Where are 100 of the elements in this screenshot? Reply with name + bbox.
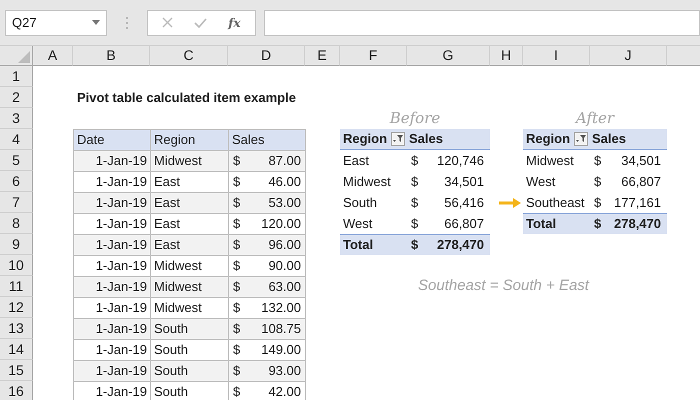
region-value: Midwest	[342, 172, 392, 191]
currency-symbol: $	[233, 383, 240, 400]
date-value: 1-Jan-19	[73, 360, 151, 382]
region-value: West	[342, 214, 374, 233]
column-header[interactable]: G	[407, 46, 490, 66]
currency-symbol: $	[594, 215, 602, 234]
date-value: 1-Jan-19	[73, 318, 151, 340]
date-value: 1-Jan-19	[73, 150, 151, 172]
currency-symbol: $	[233, 215, 240, 234]
column-heading: Region	[526, 130, 570, 148]
cell-reference: Q27	[12, 14, 37, 32]
filter-dropdown-icon[interactable]	[574, 132, 588, 146]
row-header[interactable]: 16	[0, 381, 33, 400]
currency-symbol: $	[233, 236, 240, 254]
sales-amount: 63.00	[268, 278, 301, 296]
arrow-icon	[499, 198, 521, 208]
sales-amount: 66,807	[621, 172, 661, 191]
column-heading: Region	[343, 130, 388, 148]
currency-symbol: $	[233, 257, 240, 276]
sales-amount: 132.00	[261, 299, 301, 318]
row-header[interactable]: 12	[0, 297, 33, 318]
insert-function-button[interactable]: fx	[228, 14, 241, 32]
column-heading: Sales	[590, 129, 667, 150]
region-value: Midwest	[150, 276, 229, 298]
column-header[interactable]: B	[73, 46, 150, 66]
row-header[interactable]: 10	[0, 255, 33, 276]
check-icon[interactable]	[194, 18, 208, 28]
date-value: 1-Jan-19	[73, 192, 151, 214]
column-header[interactable]: H	[490, 46, 523, 66]
currency-symbol: $	[411, 172, 418, 191]
row-header[interactable]: 6	[0, 171, 33, 192]
currency-symbol: $	[233, 152, 240, 170]
total-label: Total	[340, 234, 407, 255]
sales-amount: 42.00	[268, 383, 301, 400]
sales-amount: 46.00	[268, 173, 301, 192]
column-header[interactable]: D	[228, 46, 305, 66]
after-label: After	[574, 108, 616, 128]
currency-symbol: $	[233, 194, 240, 212]
column-heading: Sales	[407, 129, 490, 150]
column-header[interactable]: I	[523, 46, 590, 66]
sales-amount: 120,746	[437, 152, 484, 170]
currency-symbol: $	[233, 278, 240, 296]
row-header[interactable]: 1	[0, 66, 33, 87]
row-header[interactable]: 15	[0, 360, 33, 381]
currency-symbol: $	[233, 362, 240, 380]
sales-amount: 120.00	[261, 215, 301, 234]
column-header[interactable]: F	[340, 46, 407, 66]
filter-dropdown-icon[interactable]	[391, 132, 405, 146]
sales-amount: 149.00	[261, 341, 301, 360]
currency-symbol: $	[411, 152, 418, 170]
currency-symbol: $	[594, 194, 602, 212]
currency-symbol: $	[594, 172, 602, 191]
row-header[interactable]: 2	[0, 87, 33, 108]
formula-input[interactable]	[264, 10, 700, 36]
date-value: 1-Jan-19	[73, 234, 151, 256]
column-heading: Date	[73, 129, 151, 151]
row-header[interactable]: 5	[0, 150, 33, 171]
cancel-icon[interactable]	[162, 17, 174, 28]
region-value: Midwest	[525, 152, 575, 170]
region-value: South	[150, 360, 229, 382]
region-value: Midwest	[150, 150, 229, 172]
sheet-title: Pivot table calculated item example	[76, 88, 297, 107]
currency-symbol: $	[594, 152, 602, 170]
currency-symbol: $	[233, 320, 240, 338]
total-amount: 278,470	[614, 215, 661, 234]
column-header[interactable]: A	[33, 46, 73, 66]
region-value: East	[150, 234, 229, 256]
column-header[interactable]: J	[590, 46, 667, 66]
currency-symbol: $	[233, 299, 240, 318]
sales-amount: 96.00	[268, 236, 301, 254]
region-value: West	[525, 172, 556, 191]
row-header[interactable]: 11	[0, 276, 33, 297]
select-all-icon[interactable]	[18, 51, 30, 63]
row-header[interactable]: 13	[0, 318, 33, 339]
row-header[interactable]: 14	[0, 339, 33, 360]
column-header[interactable]: E	[305, 46, 340, 66]
dots-icon	[125, 16, 129, 30]
row-header[interactable]: 8	[0, 213, 33, 234]
name-box[interactable]: Q27	[5, 10, 107, 36]
sales-amount: 34,501	[444, 172, 484, 191]
total-amount: 278,470	[437, 236, 484, 254]
column-heading: Region	[150, 129, 229, 151]
currency-symbol: $	[411, 214, 418, 233]
column-heading: Sales	[228, 129, 306, 151]
dropdown-caret-icon	[92, 20, 100, 25]
row-header[interactable]: 4	[0, 129, 33, 150]
row-header[interactable]: 7	[0, 192, 33, 213]
region-value: Southeast	[525, 194, 586, 212]
currency-symbol: $	[411, 194, 418, 212]
before-label: Before	[388, 108, 442, 128]
row-header[interactable]: 3	[0, 108, 33, 129]
sales-amount: 177,161	[614, 194, 661, 212]
column-header[interactable]	[667, 46, 700, 66]
column-header[interactable]: C	[150, 46, 228, 66]
sales-amount: 56,416	[444, 194, 484, 212]
sales-amount: 66,807	[444, 214, 484, 233]
row-header[interactable]: 9	[0, 234, 33, 255]
region-value: South	[150, 318, 229, 340]
region-value: South	[342, 194, 378, 212]
sales-amount: 87.00	[268, 152, 301, 170]
